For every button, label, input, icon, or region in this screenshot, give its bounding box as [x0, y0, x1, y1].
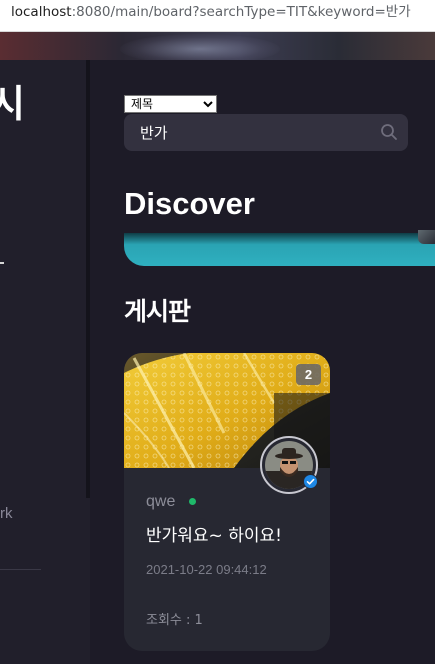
board-heading: 게시판 [124, 297, 191, 326]
search-box[interactable] [124, 114, 408, 151]
header-banner-image [0, 32, 435, 60]
sidebar [0, 60, 90, 664]
search-icon[interactable] [380, 123, 398, 141]
sidebar-item-label[interactable]: rk [0, 505, 13, 523]
discover-heading: Discover [124, 186, 255, 221]
url-path: :8080/main/board?searchType=TIT&keyword=… [71, 4, 411, 20]
online-status-dot [189, 498, 196, 505]
discover-banner[interactable] [124, 233, 435, 266]
search-type-select[interactable]: 제목 [124, 95, 217, 113]
post-title[interactable]: 반가워요~ 하이요! [146, 525, 282, 547]
discover-banner-corner [418, 230, 435, 244]
sidebar-border [86, 60, 90, 498]
sidebar-logo[interactable]: 시 [0, 84, 25, 124]
comment-count-badge: 2 [296, 364, 321, 385]
sidebar-divider [0, 569, 41, 570]
post-author[interactable]: qwe [146, 492, 175, 512]
post-date: 2021-10-22 09:44:12 [146, 562, 267, 577]
post-card[interactable]: 2 qwe 반가워요~ 하이요! 2021-10-22 09:44:12 조회수… [124, 353, 330, 651]
url-host: localhost [11, 4, 72, 20]
search-input[interactable] [140, 114, 370, 151]
address-bar[interactable]: localhost:8080/main/board?searchType=TIT… [0, 0, 435, 32]
verified-check-icon [303, 474, 318, 489]
sidebar-nav-marker [0, 262, 4, 264]
address-url[interactable]: localhost:8080/main/board?searchType=TIT… [11, 3, 411, 21]
post-views: 조회수 : 1 [146, 613, 203, 628]
banner-glow [120, 34, 280, 60]
